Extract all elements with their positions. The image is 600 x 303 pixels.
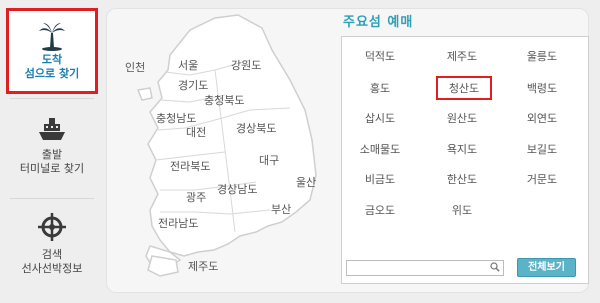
map-label-jeonbuk[interactable]: 전라북도 (170, 158, 210, 174)
map-label-busan[interactable]: 부산 (271, 201, 291, 217)
map-label-gwangju[interactable]: 광주 (186, 189, 206, 205)
korea-map (136, 14, 317, 277)
map-label-jeonnam[interactable]: 전라남도 (158, 215, 198, 231)
island-link[interactable]: 소매물도 (350, 141, 410, 157)
island-list-box: 덕적도 제주도 울릉도 홍도 청산도 백령도 삽시도 원산도 외연도 소매물도 … (341, 36, 589, 284)
panel-title: 주요섬 예매 (343, 15, 414, 30)
map-label-seoul[interactable]: 서울 (178, 57, 198, 73)
island-link[interactable]: 원산도 (432, 110, 492, 126)
map-label-gangwon[interactable]: 강원도 (231, 57, 261, 73)
map-label-gyeongbuk[interactable]: 경상북도 (236, 120, 276, 136)
island-link[interactable]: 백령도 (512, 80, 572, 96)
map-label-daejeon[interactable]: 대전 (186, 124, 206, 140)
map-label-gyeonggi[interactable]: 경기도 (178, 77, 208, 93)
map-label-gyeongnam[interactable]: 경상남도 (217, 181, 257, 197)
island-link[interactable]: 보길도 (512, 141, 572, 157)
map-label-chungbuk[interactable]: 충청북도 (204, 92, 244, 108)
island-link[interactable]: 홍도 (350, 80, 410, 96)
map-label-ulsan[interactable]: 울산 (296, 174, 316, 190)
app-frame: 도착 섬으로 찾기 출발 터미널로 찾기 검색 선사선박정보 인천 서울 경기도… (0, 0, 600, 303)
island-link[interactable]: 삽시도 (350, 110, 410, 126)
map-label-incheon[interactable]: 인천 (125, 59, 145, 75)
island-link[interactable]: 위도 (432, 202, 492, 218)
island-link[interactable]: 금오도 (350, 202, 410, 218)
island-link[interactable]: 한산도 (432, 171, 492, 187)
island-link[interactable]: 거문도 (512, 171, 572, 187)
island-link[interactable]: 제주도 (432, 48, 492, 64)
island-link[interactable]: 울릉도 (512, 48, 572, 64)
island-link-selected[interactable]: 청산도 (436, 76, 492, 100)
island-link[interactable]: 욕지도 (432, 141, 492, 157)
map-label-daegu[interactable]: 대구 (259, 152, 279, 168)
island-link[interactable]: 외연도 (512, 110, 572, 126)
map-label-jeju[interactable]: 제주도 (188, 258, 218, 274)
island-link[interactable]: 덕적도 (350, 48, 410, 64)
island-link[interactable]: 비금도 (350, 171, 410, 187)
search-icon[interactable] (490, 262, 500, 272)
island-search-input[interactable] (346, 260, 504, 276)
view-all-button[interactable]: 전체보기 (517, 258, 576, 277)
